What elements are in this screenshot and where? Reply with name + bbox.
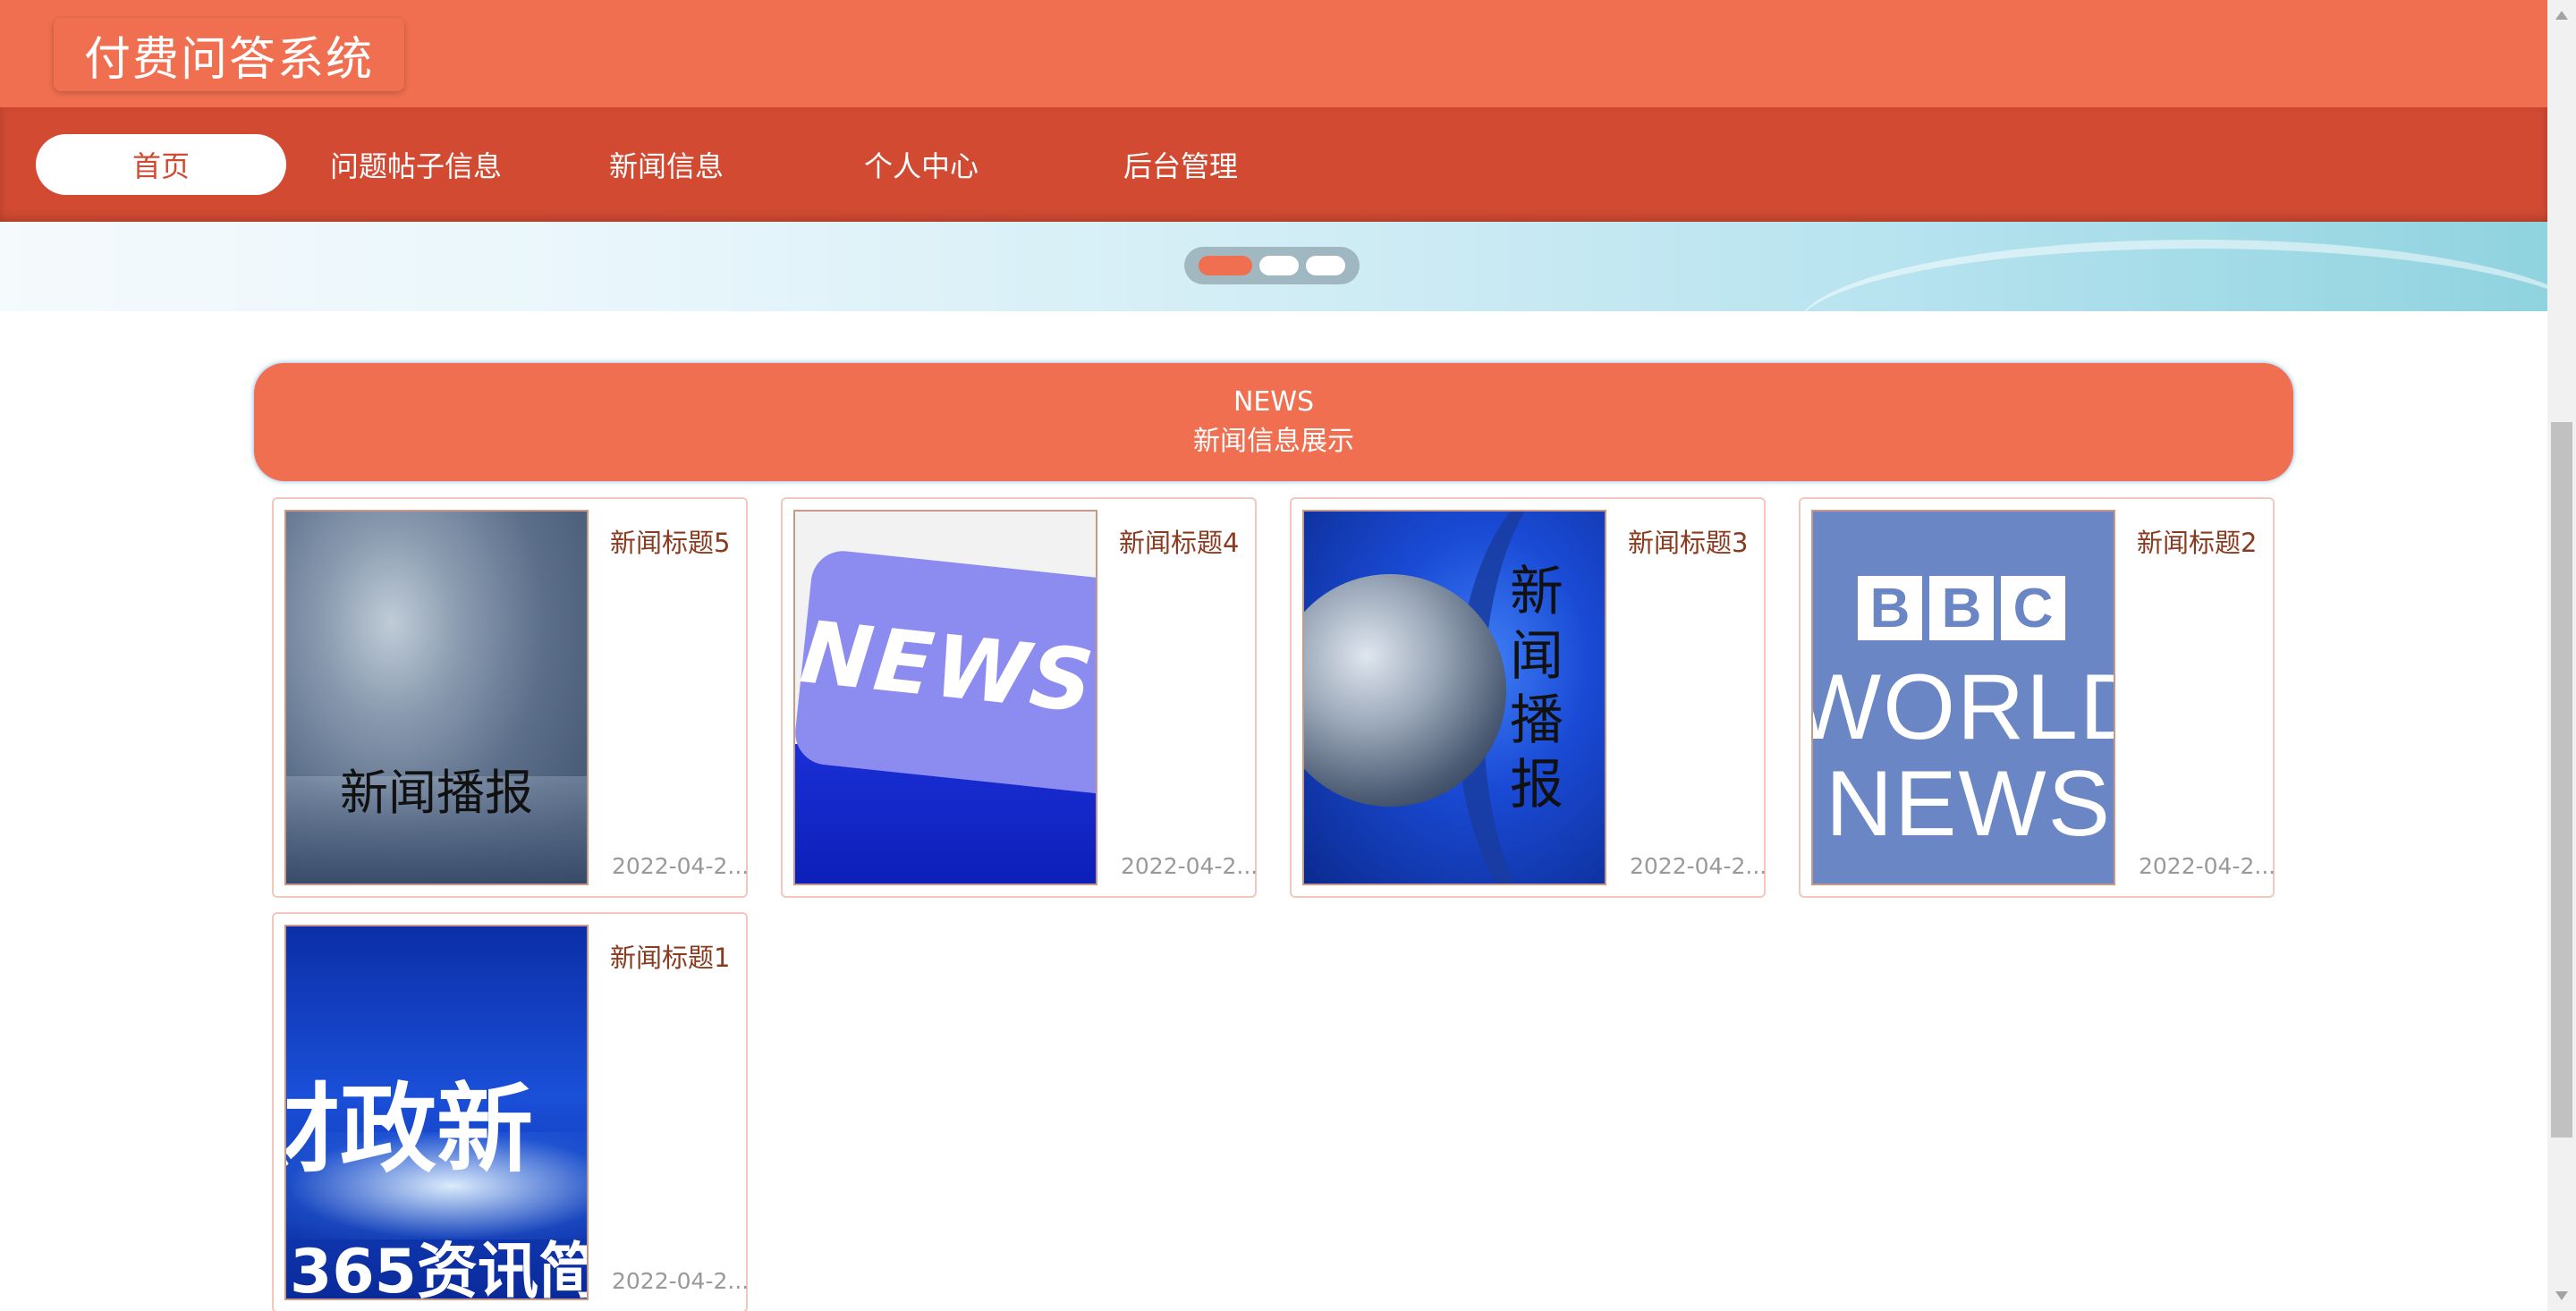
site-logo[interactable]: 付费问答系统 [54,18,404,91]
main-nav: 首页 问题帖子信息 新闻信息 个人中心 后台管理 [0,107,2547,222]
nav-item-label: 新闻信息 [608,149,724,183]
nav-item-label: 首页 [131,149,190,183]
news-card[interactable]: NEWS 新闻标题4 2022-04-2... [781,497,1258,898]
news-card-date: 2022-04-2... [612,1268,750,1294]
news-card-date: 2022-04-2... [1630,853,1767,879]
scroll-down-icon[interactable] [2555,1291,2568,1300]
bbc-letter: B [1858,576,1922,640]
section-title: NEWS [1233,386,1315,418]
news-card[interactable]: 财政新 365资讯简 新闻标题1 2022-04-2... [272,912,750,1311]
thumb-caption-news: NEWS [1826,752,2112,856]
news-card-title[interactable]: 新闻标题5 [610,522,730,560]
nav-item-news[interactable]: 新闻信息 [555,134,778,195]
bbc-logo: B B C [1858,576,2065,640]
carousel-indicators [1184,247,1360,284]
bbc-letter: B [1929,576,1994,640]
top-header: 付费问答系统 [0,0,2547,107]
finance-news-image: 财政新 365资讯简 [284,925,589,1300]
news-section-header: NEWS 新闻信息展示 [254,363,2293,481]
news-card-title[interactable]: 新闻标题4 [1119,522,1239,560]
carousel-dot-3[interactable] [1306,256,1345,275]
globe-image: 新闻播报 [1302,510,1606,885]
thumb-caption: 新闻播报 [1510,561,1563,816]
banner-decoration [1796,240,2547,311]
news-card[interactable]: 新闻播报 新闻标题3 2022-04-2... [1290,497,1767,898]
nav-item-admin[interactable]: 后台管理 [1069,134,1292,195]
thumb-caption-2: 365资讯简 [290,1237,589,1300]
thumb-caption: 财政新 [286,1074,534,1186]
news-card-title[interactable]: 新闻标题3 [1628,522,1748,560]
nav-item-label: 问题帖子信息 [329,149,502,183]
news-card-date: 2022-04-2... [1121,853,1258,879]
news-card-title[interactable]: 新闻标题2 [2137,522,2257,560]
banner-carousel [0,222,2547,311]
thumb-caption: 新闻播报 [340,765,533,821]
nav-item-questions[interactable]: 问题帖子信息 [295,134,537,195]
nav-item-label: 后台管理 [1123,149,1238,183]
bbc-world-news-image: B B C WORLD NEWS [1811,510,2115,885]
scroll-up-icon[interactable] [2555,11,2568,20]
news-card[interactable]: 新闻播报 新闻标题5 2022-04-2... [272,497,750,898]
thumb-caption-world: WORLD [1813,656,2114,759]
nav-item-label: 个人中心 [863,149,979,183]
news-card[interactable]: B B C WORLD NEWS 新闻标题2 2022-04-2... [1799,497,2275,898]
scroll-thumb[interactable] [2551,422,2572,1138]
storm-sky-image: 新闻播报 [284,510,589,885]
carousel-dot-2[interactable] [1259,256,1299,275]
page-scrollbar[interactable] [2547,0,2576,1311]
site-title: 付费问答系统 [83,32,374,87]
nav-item-home[interactable]: 首页 [36,134,286,195]
nav-item-personal-center[interactable]: 个人中心 [809,134,1033,195]
news-card-date: 2022-04-2... [2139,853,2276,879]
section-subtitle: 新闻信息展示 [1193,426,1354,457]
carousel-dot-1[interactable] [1199,256,1252,275]
news-card-date: 2022-04-2... [612,853,750,879]
news-card-title[interactable]: 新闻标题1 [610,937,730,975]
bbc-letter: C [2001,576,2065,640]
news-key-image: NEWS [793,510,1097,885]
